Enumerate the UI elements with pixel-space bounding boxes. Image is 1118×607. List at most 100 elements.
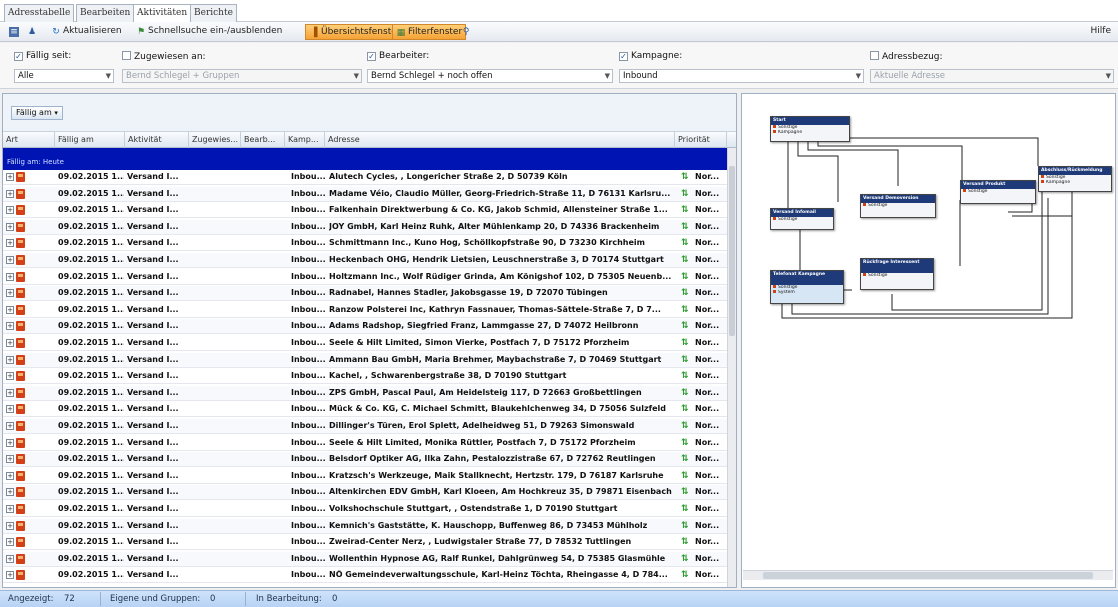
zugewiesen-select[interactable]: Bernd Schlegel + Gruppen ▼: [122, 69, 362, 83]
expand-icon[interactable]: +: [6, 289, 14, 298]
expand-icon[interactable]: +: [6, 455, 14, 464]
table-row[interactable]: +09.02.2015 1... Versand I... Inbou... Kach…: [3, 369, 727, 385]
tab-bearbeiten[interactable]: Bearbeiten: [76, 4, 135, 22]
scroll-thumb[interactable]: [763, 572, 1093, 579]
status-work-label: In Bearbeitung:: [256, 594, 322, 604]
table-row[interactable]: +09.02.2015 1... Versand I... Inbou... Alte…: [3, 485, 727, 501]
node-telefonat-kampagne[interactable]: Telefonat Kampagne Sonstige System: [770, 270, 844, 304]
node-versand-infomail[interactable]: Versand Infomail Sonstige: [770, 208, 834, 230]
node-versand-demoversion[interactable]: Versand Demoversion Sonstige: [860, 194, 936, 218]
tab-adresstabelle[interactable]: Adresstabelle: [4, 4, 75, 22]
refresh-button[interactable]: ↻ Aktualisieren: [48, 24, 125, 40]
col-aktivitaet[interactable]: Aktivität: [125, 132, 189, 148]
help-button[interactable]: Hilfe: [1088, 24, 1114, 40]
adressbezug-select[interactable]: Aktuelle Adresse ▼: [870, 69, 1114, 83]
table-row[interactable]: +09.02.2015 1... Versand I... Inbou... Zwei…: [3, 535, 727, 551]
expand-icon[interactable]: +: [6, 222, 14, 231]
expand-icon[interactable]: +: [6, 355, 14, 364]
expand-icon[interactable]: +: [6, 189, 14, 198]
checkbox-kampagne[interactable]: ✓: [619, 52, 628, 61]
kampagne-select[interactable]: Inbound ▼: [619, 69, 864, 83]
col-kampagne[interactable]: Kamp...: [285, 132, 325, 148]
table-row[interactable]: +09.02.2015 1... Versand I... Inbou... Heck…: [3, 253, 727, 268]
table-row[interactable]: +09.02.2015 1... Versand I... Inbou... Woll…: [3, 551, 727, 567]
table-row[interactable]: +09.02.2015 1... Versand I... Inbou... Alut…: [3, 170, 727, 185]
checkbox-faellig[interactable]: ✓: [14, 52, 23, 61]
group-row-heute[interactable]: Fällig am: Heute: [3, 148, 727, 170]
list-view-icon[interactable]: ≡: [6, 24, 24, 40]
grid-vertical-scrollbar[interactable]: [727, 148, 736, 587]
expand-icon[interactable]: +: [6, 305, 14, 314]
col-bearbeiter[interactable]: Bearb...: [241, 132, 285, 148]
col-art[interactable]: Art: [3, 132, 55, 148]
tab-berichte[interactable]: Berichte: [190, 4, 237, 22]
overview-window-button[interactable]: ▐ Übersichtsfenster: [305, 24, 405, 40]
checkbox-adressbezug[interactable]: [870, 51, 879, 60]
table-row[interactable]: +09.02.2015 1... Versand I... Inbou... Falk…: [3, 203, 727, 219]
table-row[interactable]: +09.02.2015 1... Versand I... Inbou... Schm…: [3, 236, 727, 252]
expand-icon[interactable]: +: [6, 422, 14, 430]
node-abschluss[interactable]: Abschluss/Rückmeldung Sonstige Kampagne: [1038, 166, 1112, 192]
col-prioritaet[interactable]: Priorität: [675, 132, 727, 148]
table-row[interactable]: +09.02.2015 1... Versand I... Inbou... Adam…: [3, 319, 727, 335]
filter-kampagne-label[interactable]: ✓ Kampagne:: [619, 51, 682, 61]
priority-arrow-icon: ⇅: [681, 454, 689, 465]
table-row[interactable]: +09.02.2015 1... Versand I... Inbou... Seel…: [3, 336, 727, 351]
expand-icon[interactable]: +: [6, 538, 14, 547]
expand-icon[interactable]: +: [6, 239, 14, 248]
table-row[interactable]: +09.02.2015 1... Versand I... Inbou... Mück…: [3, 402, 727, 418]
filter-bearbeiter-label[interactable]: ✓ Bearbeiter:: [367, 51, 429, 61]
filter-zugewiesen-label[interactable]: Zugewiesen an:: [122, 51, 206, 62]
expand-icon[interactable]: +: [6, 405, 14, 414]
node-start[interactable]: Start Sonstige Kampagne: [770, 116, 850, 142]
faellig-select[interactable]: Alle ▼: [14, 69, 114, 83]
scroll-thumb[interactable]: [729, 166, 735, 336]
search-icon[interactable]: ⚲: [458, 24, 476, 40]
filter-window-button[interactable]: ▦ Filterfenster: [392, 24, 467, 40]
filter-faellig-label[interactable]: ✓ Fällig seit:: [14, 51, 71, 61]
col-adresse[interactable]: Adresse: [325, 132, 675, 148]
table-row[interactable]: +09.02.2015 1... Versand I... Inbou... NÖ G…: [3, 568, 727, 584]
expand-icon[interactable]: +: [6, 372, 14, 381]
col-zugewiesen[interactable]: Zugewies...: [189, 132, 241, 148]
table-row[interactable]: +09.02.2015 1... Versand I... Inbou... JOY …: [3, 219, 727, 235]
table-row[interactable]: +09.02.2015 1... Versand I... Inbou... Dill…: [3, 419, 727, 434]
expand-icon[interactable]: +: [6, 272, 14, 281]
group-chip-faellig[interactable]: Fällig am ▾: [11, 106, 63, 120]
expand-icon[interactable]: +: [6, 571, 14, 580]
checkbox-zugewiesen[interactable]: [122, 51, 131, 60]
table-row[interactable]: +09.02.2015 1... Versand I... Inbou... Volk…: [3, 502, 727, 517]
diagram-horizontal-scrollbar[interactable]: [743, 570, 1113, 580]
table-row[interactable]: +09.02.2015 1... Versand I... Inbou... Krat…: [3, 469, 727, 484]
expand-icon[interactable]: +: [6, 471, 14, 480]
checkbox-bearbeiter[interactable]: ✓: [367, 52, 376, 61]
bearbeiter-select[interactable]: Bernd Schlegel + noch offen ▼: [367, 69, 613, 83]
table-row[interactable]: +09.02.2015 1... Versand I... Inbou... Kemn…: [3, 518, 727, 534]
table-row[interactable]: +09.02.2015 1... Versand I... Inbou... Holt…: [3, 270, 727, 285]
col-faellig[interactable]: Fällig am: [55, 132, 125, 148]
table-row[interactable]: +09.02.2015 1... Versand I... Inbou... Bels…: [3, 452, 727, 468]
expand-icon[interactable]: +: [6, 388, 14, 397]
node-versand-produkt[interactable]: Versand Produkt Sonstige: [960, 180, 1036, 204]
expand-icon[interactable]: +: [6, 173, 14, 181]
expand-icon[interactable]: +: [6, 322, 14, 331]
expand-icon[interactable]: +: [6, 554, 14, 563]
table-row[interactable]: +09.02.2015 1... Versand I... Inbou... Amma…: [3, 352, 727, 368]
table-row[interactable]: +09.02.2015 1... Versand I... Inbou... Seel…: [3, 436, 727, 451]
tab-aktivitaeten[interactable]: Aktivitäten: [133, 4, 192, 23]
table-row[interactable]: +09.02.2015 1... Versand I... Inbou... Mada…: [3, 186, 727, 202]
expand-icon[interactable]: +: [6, 438, 14, 447]
table-row[interactable]: +09.02.2015 1... Versand I... Inbou... Ranz…: [3, 303, 727, 318]
filter-adressbezug-label[interactable]: Adressbezug:: [870, 51, 943, 62]
expand-icon[interactable]: +: [6, 256, 14, 264]
quicksearch-toggle-button[interactable]: ⚑ Schnellsuche ein-/ausblenden: [133, 24, 285, 40]
expand-icon[interactable]: +: [6, 521, 14, 530]
table-row[interactable]: +09.02.2015 1... Versand I... Inbou... ZPS …: [3, 385, 727, 401]
expand-icon[interactable]: +: [6, 488, 14, 497]
node-rueckfrage-interessent[interactable]: Rückfrage Interessent Sonstige: [860, 258, 934, 290]
user-icon[interactable]: ♟: [24, 24, 42, 40]
expand-icon[interactable]: +: [6, 505, 14, 513]
table-row[interactable]: +09.02.2015 1... Versand I... Inbou... Radn…: [3, 286, 727, 302]
expand-icon[interactable]: +: [6, 206, 14, 215]
expand-icon[interactable]: +: [6, 339, 14, 347]
